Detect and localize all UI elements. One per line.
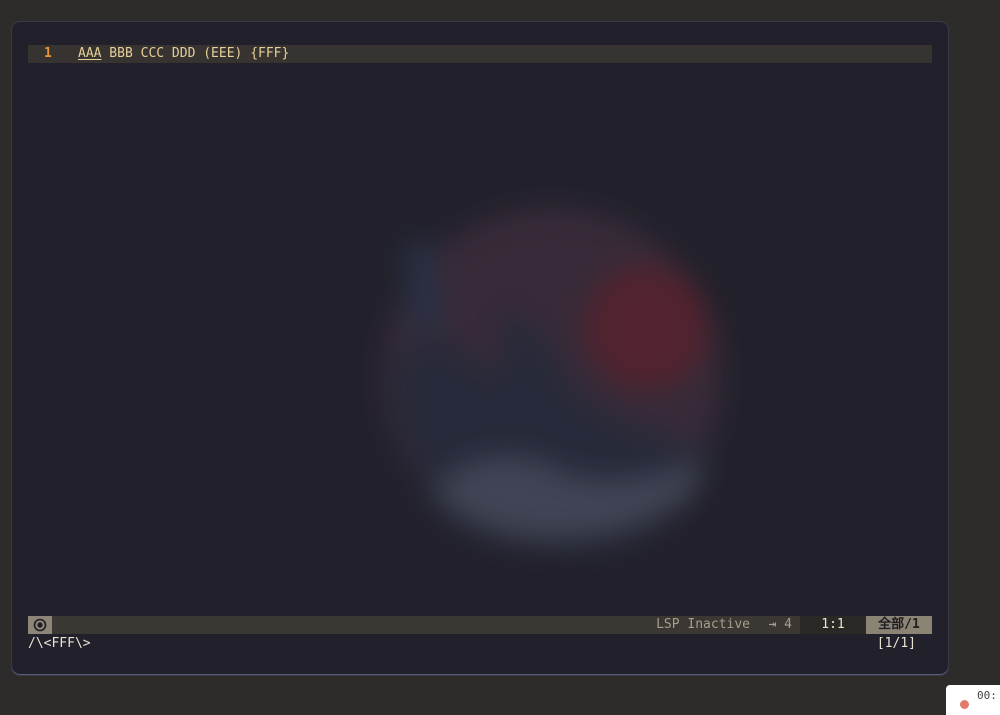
editor-window: 1 AAA BBB CCC DDD (EEE) {FFF} LSP Inacti… xyxy=(12,22,948,675)
current-line[interactable]: 1 AAA BBB CCC DDD (EEE) {FFF} xyxy=(28,45,932,63)
minibuffer[interactable]: /\<FFF\> [1/1] xyxy=(28,635,932,653)
search-match: AAA xyxy=(78,46,102,61)
eye-icon[interactable] xyxy=(28,616,52,634)
indent-indicator: ⇥ 4 xyxy=(769,616,792,634)
cursor-position: 1:1 xyxy=(800,616,866,634)
line-number: 1 xyxy=(44,46,52,61)
indent-width: 4 xyxy=(784,617,792,632)
line-content[interactable]: AAA BBB CCC DDD (EEE) {FFF} xyxy=(78,45,289,63)
mode-line: LSP Inactive ⇥ 4 1:1 全部/1 xyxy=(28,616,932,634)
notification-text: 00: xyxy=(977,689,997,702)
search-query[interactable]: /\<FFF\> xyxy=(28,635,91,653)
wave-wallpaper xyxy=(382,207,722,552)
tab-arrow-icon: ⇥ xyxy=(768,617,777,632)
lsp-status[interactable]: LSP Inactive xyxy=(656,616,750,634)
buffer-scope: 全部/1 xyxy=(866,616,932,634)
record-dot-icon xyxy=(960,700,969,709)
notification-toast[interactable]: 00: xyxy=(946,685,1000,715)
line-rest: BBB CCC DDD (EEE) {FFF} xyxy=(101,46,290,61)
match-counter: [1/1] xyxy=(876,636,916,651)
